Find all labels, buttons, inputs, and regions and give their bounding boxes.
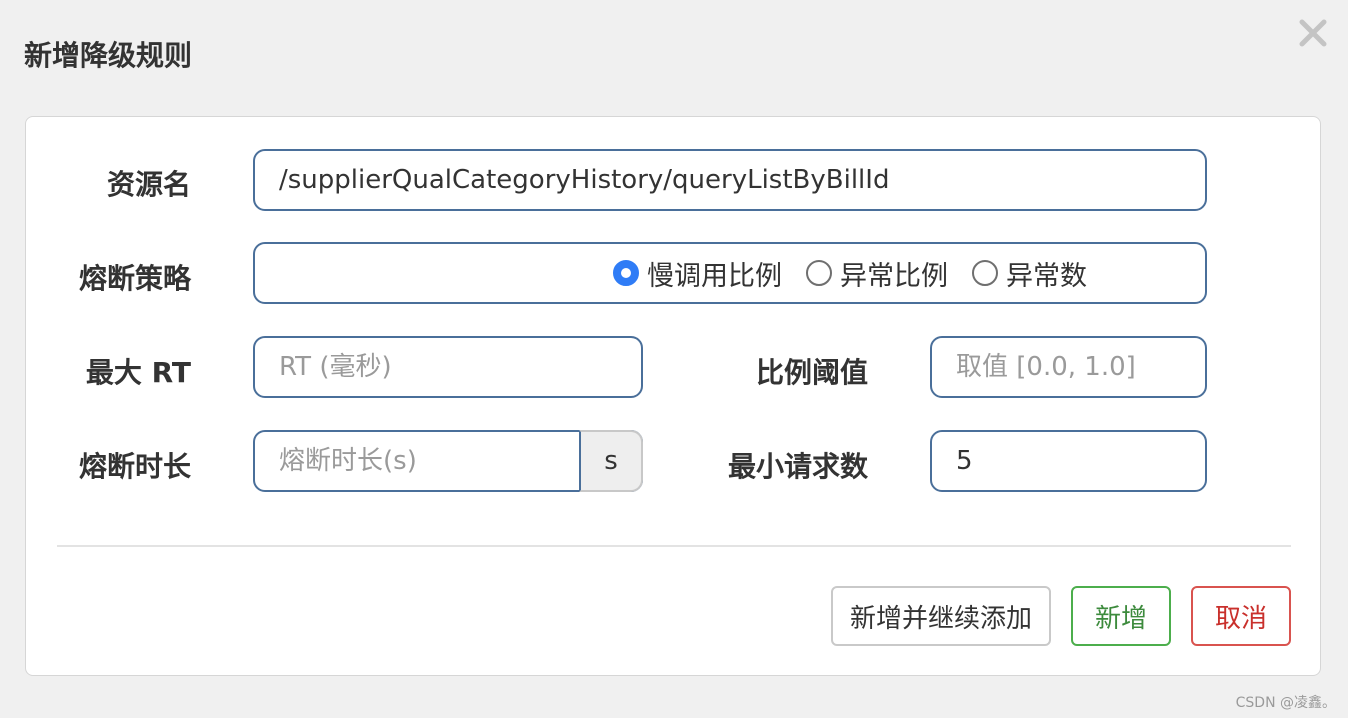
ratio-threshold-input[interactable] — [932, 338, 1205, 396]
add-continue-button[interactable]: 新增并继续添加 — [831, 586, 1051, 646]
radio-slow-ratio[interactable]: 慢调用比例 — [613, 254, 782, 293]
break-duration-input[interactable] — [255, 432, 581, 490]
max-rt-field[interactable] — [253, 336, 643, 398]
strategy-field: 慢调用比例 异常比例 异常数 — [253, 242, 1207, 304]
strategy-label: 熔断策略 — [78, 262, 191, 295]
cancel-button[interactable]: 取消 — [1191, 586, 1291, 646]
radio-error-count[interactable]: 异常数 — [972, 254, 1087, 293]
unit-addon: s — [579, 430, 643, 492]
divider — [57, 545, 1291, 547]
max-rt-label: 最大 RT — [85, 356, 191, 389]
radio-unchecked-icon[interactable] — [972, 260, 998, 286]
resource-field[interactable] — [253, 149, 1207, 211]
break-duration-field[interactable]: s — [253, 430, 643, 492]
min-requests-field[interactable] — [930, 430, 1207, 492]
close-icon[interactable] — [1296, 16, 1330, 50]
ratio-threshold-label: 比例阈值 — [755, 356, 868, 389]
resource-label: 资源名 — [106, 168, 191, 201]
ratio-threshold-field[interactable] — [930, 336, 1207, 398]
watermark: CSDN @凌鑫。 — [1235, 695, 1336, 711]
radio-error-ratio[interactable]: 异常比例 — [806, 254, 948, 293]
strategy-radio-group: 慢调用比例 异常比例 异常数 — [255, 244, 1205, 302]
min-requests-input[interactable] — [932, 432, 1205, 490]
radio-label: 异常比例 — [840, 260, 948, 292]
add-button[interactable]: 新增 — [1071, 586, 1171, 646]
max-rt-input[interactable] — [255, 338, 641, 396]
form-panel: 资源名 熔断策略 慢调用比例 异常比例 异常数 最大 RT 比例阈值 熔断时 — [25, 116, 1321, 676]
radio-checked-icon[interactable] — [613, 260, 639, 286]
radio-unchecked-icon[interactable] — [806, 260, 832, 286]
resource-input[interactable] — [255, 151, 1205, 209]
break-duration-label: 熔断时长 — [78, 450, 191, 483]
radio-label: 异常数 — [1006, 260, 1087, 292]
radio-label: 慢调用比例 — [647, 260, 782, 292]
min-requests-label: 最小请求数 — [727, 450, 868, 483]
dialog-title: 新增降级规则 — [24, 39, 193, 72]
